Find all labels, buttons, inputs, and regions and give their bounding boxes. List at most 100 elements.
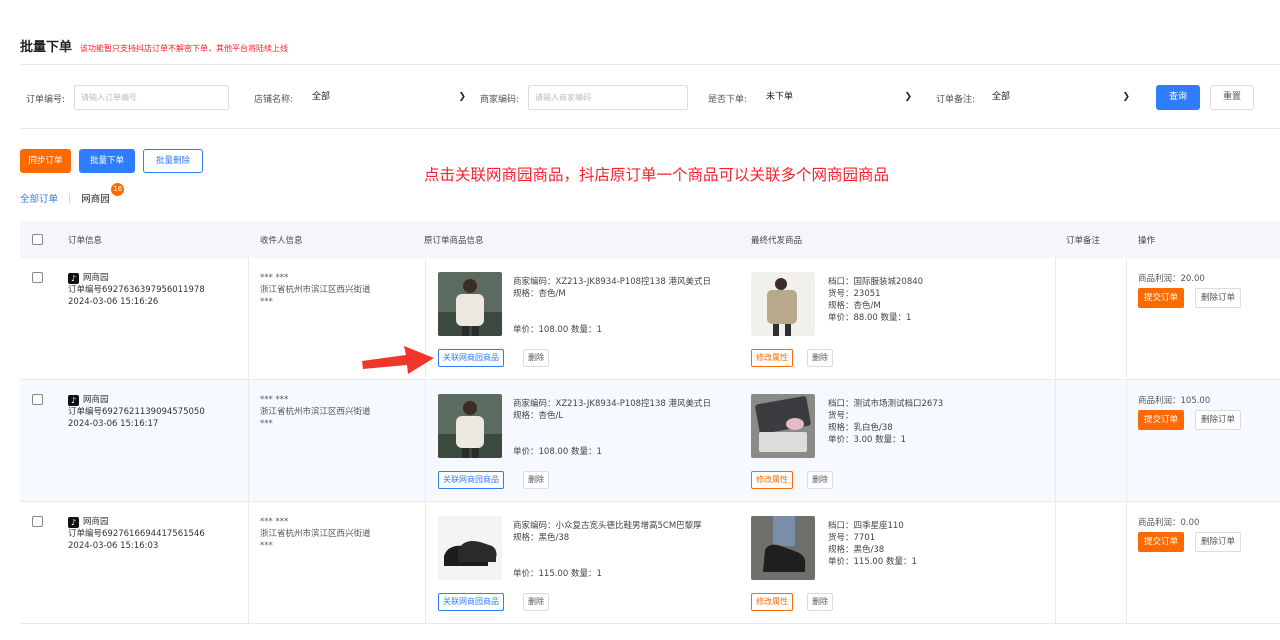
batch-order-button[interactable]: 批量下单 bbox=[79, 149, 135, 173]
ordered-select-value: 未下单 bbox=[766, 92, 794, 102]
orig-spec: 规格：杏色/L bbox=[513, 411, 564, 421]
final-item-no: 货号： bbox=[828, 411, 854, 421]
final-stall: 档口：测试市场测试档口2673 bbox=[828, 399, 944, 409]
profit-text: 商品利润：0.00 bbox=[1138, 518, 1200, 528]
final-spec: 规格：杏色/M bbox=[828, 301, 881, 311]
remark-select[interactable]: 全部 ❯ bbox=[984, 85, 1134, 110]
th-order-info: 订单信息 bbox=[68, 236, 103, 246]
chevron-down-icon: ❯ bbox=[458, 92, 466, 102]
receiver-info: *** *** 浙江省杭州市滨江区西兴街道 *** bbox=[260, 272, 371, 308]
link-goods-button[interactable]: 关联网商园商品 bbox=[438, 593, 504, 611]
annotation-text: 点击关联网商园商品，抖店原订单一个商品可以关联多个网商园商品 bbox=[424, 166, 890, 184]
submit-order-button[interactable]: 提交订单 bbox=[1138, 410, 1185, 430]
filter-bar: 订单编号: 请输入订单编号 店铺名称: 全部 ❯ 商家编码: 请输入商家编码 是… bbox=[26, 85, 1266, 110]
delete-order-button[interactable]: 删除订单 bbox=[1195, 288, 1242, 308]
submit-order-button[interactable]: 提交订单 bbox=[1138, 288, 1185, 308]
table-row: ♪ 网商园 订单编号6927636397956011978 2024-03-06 … bbox=[20, 258, 1280, 380]
orig-spec: 规格：黑色/38 bbox=[513, 533, 570, 543]
receiver-name: *** *** bbox=[260, 273, 289, 283]
submit-order-button[interactable]: 提交订单 bbox=[1138, 532, 1185, 552]
chevron-down-icon: ❯ bbox=[1122, 92, 1130, 102]
final-price: 单价：88.00 数量：1 bbox=[828, 313, 912, 323]
shop-name: 网商园 bbox=[83, 273, 109, 283]
action-bar: 同步订单 批量下单 批量删除 bbox=[20, 149, 203, 173]
page-title: 批量下单 bbox=[20, 40, 73, 55]
ordered-select[interactable]: 未下单 ❯ bbox=[758, 85, 916, 110]
delete-goods-button[interactable]: 删除 bbox=[523, 593, 549, 611]
receiver-extra: *** bbox=[260, 297, 273, 307]
delete-final-button[interactable]: 删除 bbox=[807, 593, 833, 611]
final-price: 单价：115.00 数量：1 bbox=[828, 557, 917, 567]
final-item-no: 货号：23051 bbox=[828, 289, 881, 299]
orig-price: 单价：115.00 数量：1 bbox=[513, 569, 602, 579]
merchant-code: 商家编码：XZ213-JK8934-P108控138 港风美式日 bbox=[513, 399, 711, 409]
table-row: ♪ 网商园 订单编号6927621139094575050 2024-03-06 … bbox=[20, 380, 1280, 502]
row-checkbox[interactable] bbox=[32, 272, 43, 283]
table-header: 订单信息 收件人信息 原订单商品信息 最终代发商品 订单备注 操作 bbox=[20, 221, 1280, 258]
row-checkbox[interactable] bbox=[32, 394, 43, 405]
product-image bbox=[438, 394, 502, 458]
final-price: 单价：3.00 数量：1 bbox=[828, 435, 907, 445]
orig-price: 单价：108.00 数量：1 bbox=[513, 447, 602, 457]
order-no-label: 订单编号: bbox=[26, 95, 66, 105]
th-remark: 订单备注 bbox=[1066, 236, 1101, 246]
final-spec: 规格：乳白色/38 bbox=[828, 423, 893, 433]
link-goods-button[interactable]: 关联网商园商品 bbox=[438, 471, 504, 489]
order-info: ♪ 网商园 订单编号6927621139094575050 2024-03-06 … bbox=[68, 394, 205, 430]
delete-final-button[interactable]: 删除 bbox=[807, 471, 833, 489]
delete-goods-button[interactable]: 删除 bbox=[523, 471, 549, 489]
order-time: 2024-03-06 15:16:26 bbox=[68, 297, 159, 307]
tab-all-orders[interactable]: 全部订单 bbox=[20, 191, 58, 205]
douyin-icon: ♪ bbox=[68, 394, 79, 406]
query-button[interactable]: 查询 bbox=[1156, 85, 1200, 110]
final-product-image bbox=[751, 516, 815, 580]
tab-wsy-label: 网商园 bbox=[81, 194, 110, 205]
tab-wsy[interactable]: 网商园 16 bbox=[81, 183, 125, 205]
receiver-name: *** *** bbox=[260, 395, 289, 405]
table-row: ♪ 网商园 订单编号6927616694417561546 2024-03-06 … bbox=[20, 502, 1280, 624]
th-orig-goods: 原订单商品信息 bbox=[424, 236, 484, 246]
profit-text: 商品利润：105.00 bbox=[1138, 396, 1211, 406]
merchant-code: 商家编码：XZ213-JK8934-P108控138 港风美式日 bbox=[513, 277, 711, 287]
tab-separator: | bbox=[68, 192, 72, 204]
delete-final-button[interactable]: 删除 bbox=[807, 349, 833, 367]
order-time: 2024-03-06 15:16:17 bbox=[68, 419, 159, 429]
receiver-address: 浙江省杭州市滨江区西兴街道 bbox=[260, 529, 371, 539]
merchant-code-input[interactable]: 请输入商家编码 bbox=[528, 85, 688, 110]
product-image bbox=[438, 272, 502, 336]
sync-orders-button[interactable]: 同步订单 bbox=[20, 149, 71, 173]
final-product-image bbox=[751, 272, 815, 336]
reset-button[interactable]: 重置 bbox=[1210, 85, 1254, 110]
douyin-icon: ♪ bbox=[68, 272, 79, 284]
profit-text: 商品利润：20.00 bbox=[1138, 274, 1205, 284]
page-header: 批量下单 该功能暂只支持抖店订单不解密下单，其他平台将陆续上线 bbox=[20, 36, 288, 55]
order-number: 订单编号6927636397956011978 bbox=[68, 285, 205, 295]
delete-goods-button[interactable]: 删除 bbox=[523, 349, 549, 367]
orig-price: 单价：108.00 数量：1 bbox=[513, 325, 602, 335]
final-stall: 档口：四季星座110 bbox=[828, 521, 904, 531]
select-all-checkbox[interactable] bbox=[32, 234, 43, 245]
modify-attr-button[interactable]: 修改属性 bbox=[751, 471, 793, 489]
modify-attr-button[interactable]: 修改属性 bbox=[751, 349, 793, 367]
final-stall: 档口：国际服装城20840 bbox=[828, 277, 924, 287]
link-goods-button[interactable]: 关联网商园商品 bbox=[438, 349, 504, 367]
modify-attr-button[interactable]: 修改属性 bbox=[751, 593, 793, 611]
batch-delete-button[interactable]: 批量删除 bbox=[143, 149, 203, 173]
final-product-image bbox=[751, 394, 815, 458]
order-number: 订单编号6927616694417561546 bbox=[68, 529, 205, 539]
order-no-input[interactable]: 请输入订单编号 bbox=[74, 85, 229, 110]
order-tabs: 全部订单 | 网商园 16 bbox=[20, 183, 125, 205]
merchant-code-label: 商家编码: bbox=[480, 95, 520, 105]
delete-order-button[interactable]: 删除订单 bbox=[1195, 410, 1242, 430]
chevron-down-icon: ❯ bbox=[904, 92, 912, 102]
orders-table: 订单信息 收件人信息 原订单商品信息 最终代发商品 订单备注 操作 ♪ 网商园 订… bbox=[20, 221, 1280, 624]
th-final-goods: 最终代发商品 bbox=[751, 236, 803, 246]
shop-select[interactable]: 全部 ❯ bbox=[304, 85, 470, 110]
order-info: ♪ 网商园 订单编号6927616694417561546 2024-03-06 … bbox=[68, 516, 205, 552]
final-item-no: 货号：7701 bbox=[828, 533, 876, 543]
order-info: ♪ 网商园 订单编号6927636397956011978 2024-03-06 … bbox=[68, 272, 205, 308]
final-spec: 规格：黑色/38 bbox=[828, 545, 885, 555]
delete-order-button[interactable]: 删除订单 bbox=[1195, 532, 1242, 552]
row-checkbox[interactable] bbox=[32, 516, 43, 527]
divider bbox=[20, 64, 1280, 65]
